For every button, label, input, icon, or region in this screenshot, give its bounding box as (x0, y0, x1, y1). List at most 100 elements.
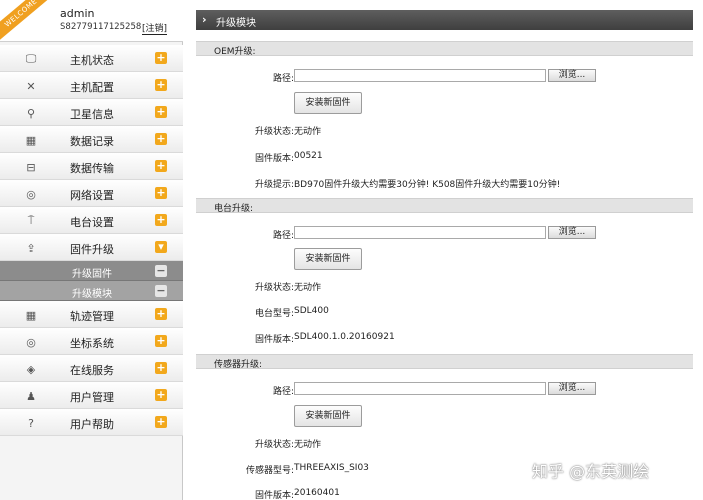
expand-plus-icon[interactable]: + (155, 106, 167, 118)
sidebar-subitem-upgrade-module[interactable]: 升级模块 − (0, 281, 183, 301)
sidebar-item-network-settings[interactable]: ◎ 网络设置 + (0, 180, 183, 207)
status-label: 升级状态: (254, 127, 294, 137)
monitor-icon: 🖵 (25, 52, 37, 65)
chevron-right-icon: › (202, 13, 207, 26)
path-label: 路径: (272, 231, 294, 241)
expand-plus-icon[interactable]: + (155, 187, 167, 199)
sidebar-item-label: 卫星信息 (70, 108, 114, 121)
version-label: 固件版本: (254, 491, 294, 500)
sensor-install-button[interactable]: 安装新固件 (294, 405, 362, 427)
globe-icon: ◎ (26, 335, 36, 349)
tools-icon: ✕ (26, 79, 36, 93)
upload-icon: ⇪ (26, 241, 36, 255)
page-title: 升级模块 (216, 18, 256, 29)
sidebar-item-label: 主机状态 (70, 54, 114, 67)
page-title-bar: › 升级模块 (196, 10, 693, 30)
expand-plus-icon[interactable]: + (155, 416, 167, 428)
status-label: 升级状态: (254, 440, 294, 450)
welcome-ribbon: WELCOME (0, 0, 53, 41)
sidebar-item-user-management[interactable]: ♟ 用户管理 + (0, 382, 183, 409)
expand-plus-icon[interactable]: + (155, 362, 167, 374)
user-icon: ♟ (26, 389, 36, 403)
expand-plus-icon[interactable]: + (155, 52, 167, 64)
sidebar-item-label: 用户帮助 (70, 418, 114, 431)
oem-browse-button[interactable]: 浏览... (548, 69, 596, 82)
sidebar-item-satellite-info[interactable]: ⚲ 卫星信息 + (0, 99, 183, 126)
oem-path-input[interactable] (294, 69, 546, 82)
path-label: 路径: (272, 387, 294, 397)
sidebar-item-label: 数据传输 (70, 162, 114, 175)
sidebar-item-track-management[interactable]: ▦ 轨迹管理 + (0, 301, 183, 328)
sidebar: WELCOME admin S82779117125258 [注销] 🖵 主机状… (0, 0, 183, 500)
radio-version-value: SDL400.1.0.20160921 (294, 332, 395, 342)
sidebar-item-data-record[interactable]: ▦ 数据记录 + (0, 126, 183, 153)
network-icon: ⊟ (26, 160, 36, 174)
path-label: 路径: (272, 74, 294, 84)
radio-install-button[interactable]: 安装新固件 (294, 248, 362, 270)
globe-icon: ◎ (26, 187, 36, 201)
version-label: 固件版本: (254, 154, 294, 164)
collapse-icon[interactable]: ▾ (155, 241, 167, 253)
sidebar-menu: 🖵 主机状态 + ✕ 主机配置 + ⚲ 卫星信息 + ▦ 数据记录 + ⊟ 数据… (0, 45, 183, 436)
satellite-icon: ⚲ (26, 106, 36, 120)
hint-label: 升级提示: (254, 180, 294, 190)
section-title: OEM升级: (214, 47, 256, 57)
watermark: 知乎 @东英测绘 (532, 462, 650, 481)
sidebar-item-label: 网络设置 (70, 189, 114, 202)
sidebar-item-host-status[interactable]: 🖵 主机状态 + (0, 45, 183, 72)
expand-plus-icon[interactable]: + (155, 79, 167, 91)
sensor-browse-button[interactable]: 浏览... (548, 382, 596, 395)
section-title: 电台升级: (214, 204, 254, 214)
calendar-icon: ▦ (25, 133, 37, 147)
expand-plus-icon[interactable]: + (155, 335, 167, 347)
version-label: 固件版本: (254, 335, 294, 345)
antenna-icon: ⍑ (27, 214, 35, 227)
sidebar-item-online-service[interactable]: ◈ 在线服务 + (0, 355, 183, 382)
username: admin (60, 7, 95, 20)
sidebar-item-firmware-upgrade[interactable]: ⇪ 固件升级 ▾ (0, 234, 183, 261)
user-id: S82779117125258 (60, 22, 142, 32)
calendar-icon: ▦ (25, 308, 37, 322)
sidebar-item-label: 固件升级 (70, 243, 114, 256)
sidebar-item-host-config[interactable]: ✕ 主机配置 + (0, 72, 183, 99)
sidebar-item-label: 坐标系统 (70, 337, 114, 350)
oem-status-value: 无动作 (294, 127, 322, 137)
sidebar-subitem-label: 升级模块 (72, 289, 112, 300)
radio-model-value: SDL400 (294, 306, 329, 316)
minus-icon: − (155, 284, 167, 297)
sidebar-item-label: 轨迹管理 (70, 310, 114, 323)
sidebar-item-coordinate-system[interactable]: ◎ 坐标系统 + (0, 328, 183, 355)
user-panel: WELCOME admin S82779117125258 [注销] (0, 0, 183, 42)
expand-plus-icon[interactable]: + (155, 389, 167, 401)
expand-plus-icon[interactable]: + (155, 160, 167, 172)
radio-path-input[interactable] (294, 226, 546, 239)
section-header-oem: OEM升级: (196, 41, 693, 57)
sensor-status-value: 无动作 (294, 440, 322, 450)
sidebar-item-data-transfer[interactable]: ⊟ 数据传输 + (0, 153, 183, 180)
model-label: 电台型号: (254, 309, 294, 319)
sensor-model-value: THREEAXIS_SI03 (294, 463, 369, 473)
sensor-version-value: 20160401 (294, 488, 340, 498)
help-icon: ? (28, 416, 34, 430)
sidebar-item-label: 电台设置 (70, 216, 114, 229)
sidebar-item-label: 用户管理 (70, 391, 114, 404)
sensor-path-input[interactable] (294, 382, 546, 395)
oem-hint-value: BD970固件升级大约需要30分钟! K508固件升级大约需要10分钟! (294, 180, 561, 190)
radio-browse-button[interactable]: 浏览... (548, 226, 596, 239)
expand-plus-icon[interactable]: + (155, 133, 167, 145)
main-panel: › 升级模块 OEM升级: 路径: 浏览... 安装新固件 升级状态: 无动作 … (196, 0, 693, 500)
minus-icon: − (155, 264, 167, 277)
sidebar-subitem-label: 升级固件 (72, 269, 112, 280)
expand-plus-icon[interactable]: + (155, 308, 167, 320)
sidebar-item-radio-settings[interactable]: ⍑ 电台设置 + (0, 207, 183, 234)
expand-plus-icon[interactable]: + (155, 214, 167, 226)
radio-status-value: 无动作 (294, 283, 322, 293)
sidebar-item-user-help[interactable]: ? 用户帮助 + (0, 409, 183, 436)
oem-install-button[interactable]: 安装新固件 (294, 92, 362, 114)
sidebar-item-label: 数据记录 (70, 135, 114, 148)
section-header-sensor: 传感器升级: (196, 354, 693, 370)
section-title: 传感器升级: (214, 360, 263, 370)
logout-link[interactable]: [注销] (142, 21, 168, 35)
sidebar-subitem-upgrade-firmware[interactable]: 升级固件 − (0, 261, 183, 281)
cube-icon: ◈ (26, 362, 36, 376)
